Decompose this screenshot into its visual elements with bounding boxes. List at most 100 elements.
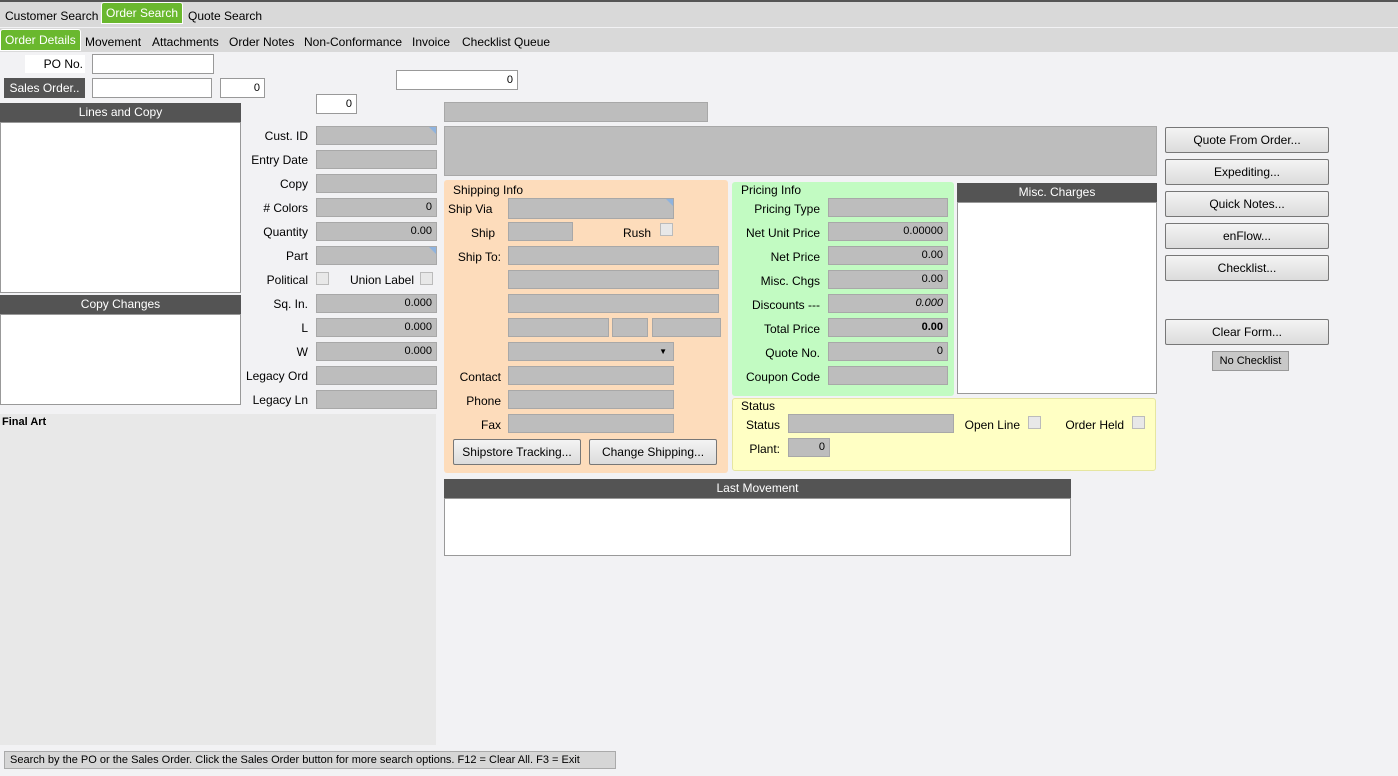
clear-form-button[interactable]: Clear Form... xyxy=(1165,319,1329,345)
misc-charges-list[interactable] xyxy=(957,202,1157,394)
sq-in-field: 0.000 xyxy=(316,294,437,313)
shipping-info-title: Shipping Info xyxy=(453,183,524,197)
pricing-type-label: Pricing Type xyxy=(754,202,820,216)
small-number-field[interactable]: 0 xyxy=(316,94,357,114)
status-bar: Search by the PO or the Sales Order. Cli… xyxy=(4,751,616,769)
final-art-panel: Final Art xyxy=(0,414,436,745)
width-field: 0.000 xyxy=(316,342,437,361)
copy-changes-list[interactable] xyxy=(0,314,241,405)
tab-invoice[interactable]: Invoice xyxy=(408,31,454,53)
net-price-label: Net Price xyxy=(770,250,820,264)
status-group xyxy=(732,398,1156,471)
open-line-label: Open Line xyxy=(964,418,1020,432)
customer-info-field xyxy=(444,126,1157,176)
ship-date-field xyxy=(508,222,573,241)
political-label: Political xyxy=(266,273,308,287)
total-price-field: 0.00 xyxy=(828,318,948,337)
shipstore-tracking-button[interactable]: Shipstore Tracking... xyxy=(453,439,581,465)
tab-non-conformance[interactable]: Non-Conformance xyxy=(300,31,406,53)
open-line-checkbox[interactable] xyxy=(1028,416,1041,429)
net-unit-price-field: 0.00000 xyxy=(828,222,948,241)
ship-via-field[interactable] xyxy=(508,198,674,219)
phone-label: Phone xyxy=(466,394,501,408)
phone-field[interactable] xyxy=(508,390,674,409)
quick-notes-button[interactable]: Quick Notes... xyxy=(1165,191,1329,217)
quote-no-label: Quote No. xyxy=(765,346,820,360)
coupon-code-field[interactable] xyxy=(828,366,948,385)
ship-to-line2[interactable] xyxy=(508,270,719,289)
line-number-input[interactable]: 0 xyxy=(220,78,265,98)
ship-to-country-dropdown[interactable]: ▼ xyxy=(508,342,674,361)
cust-id-field xyxy=(316,126,437,145)
ship-to-line1[interactable] xyxy=(508,246,719,265)
union-label-label: Union Label xyxy=(349,273,414,287)
lines-and-copy-list[interactable] xyxy=(0,122,241,293)
ship-label: Ship xyxy=(470,226,495,240)
colors-field: 0 xyxy=(316,198,437,217)
sub-tab-bar: Order Details Movement Attachments Order… xyxy=(0,28,1398,52)
tab-order-details[interactable]: Order Details xyxy=(0,29,81,51)
net-unit-price-label: Net Unit Price xyxy=(745,226,820,240)
status-label: Status xyxy=(745,418,780,432)
enflow-button[interactable]: enFlow... xyxy=(1165,223,1329,249)
cust-id-label: Cust. ID xyxy=(264,129,308,143)
top-number-field[interactable]: 0 xyxy=(396,70,518,90)
status-field xyxy=(788,414,954,433)
po-input[interactable] xyxy=(92,54,214,74)
contact-field[interactable] xyxy=(508,366,674,385)
legacy-ord-label: Legacy Ord xyxy=(245,369,308,383)
total-price-label: Total Price xyxy=(763,322,820,336)
fax-label: Fax xyxy=(480,418,501,432)
fax-field[interactable] xyxy=(508,414,674,433)
tab-order-search[interactable]: Order Search xyxy=(101,2,184,24)
tab-customer-search[interactable]: Customer Search xyxy=(1,5,102,27)
misc-chgs-field: 0.00 xyxy=(828,270,948,289)
net-price-field: 0.00 xyxy=(828,246,948,265)
order-held-label: Order Held xyxy=(1065,418,1124,432)
tab-order-notes[interactable]: Order Notes xyxy=(225,31,298,53)
checklist-button[interactable]: Checklist... xyxy=(1165,255,1329,281)
rush-checkbox[interactable] xyxy=(660,223,673,236)
legacy-ln-field xyxy=(316,390,437,409)
entry-date-label: Entry Date xyxy=(251,153,308,167)
misc-chgs-label: Misc. Chgs xyxy=(760,274,820,288)
copy-label: Copy xyxy=(279,177,308,191)
ship-to-zip[interactable] xyxy=(652,318,721,337)
quote-no-field: 0 xyxy=(828,342,948,361)
sales-order-button[interactable]: Sales Order.. xyxy=(4,78,85,98)
quote-from-order-button[interactable]: Quote From Order... xyxy=(1165,127,1329,153)
ship-to-line3[interactable] xyxy=(508,294,719,313)
legacy-ln-label: Legacy Ln xyxy=(252,393,308,407)
sales-order-input[interactable] xyxy=(92,78,212,98)
ship-to-city[interactable] xyxy=(508,318,609,337)
contact-label: Contact xyxy=(459,370,501,384)
part-field xyxy=(316,246,437,265)
change-shipping-button[interactable]: Change Shipping... xyxy=(589,439,717,465)
plant-field: 0 xyxy=(788,438,830,457)
sq-in-label: Sq. In. xyxy=(273,297,308,311)
part-label: Part xyxy=(285,249,308,263)
pricing-type-field xyxy=(828,198,948,217)
discounts-field: 0.000 xyxy=(828,294,948,313)
no-checklist-badge: No Checklist xyxy=(1212,351,1289,371)
union-label-checkbox[interactable] xyxy=(420,272,433,285)
tab-quote-search[interactable]: Quote Search xyxy=(184,5,266,27)
last-movement-header: Last Movement xyxy=(444,479,1071,498)
length-field: 0.000 xyxy=(316,318,437,337)
tab-movement[interactable]: Movement xyxy=(81,31,145,53)
legacy-ord-field xyxy=(316,366,437,385)
order-held-checkbox[interactable] xyxy=(1132,416,1145,429)
ship-to-label: Ship To: xyxy=(457,250,501,264)
ship-to-state[interactable] xyxy=(612,318,648,337)
tab-attachments[interactable]: Attachments xyxy=(148,31,223,53)
tab-checklist-queue[interactable]: Checklist Queue xyxy=(458,31,554,53)
final-art-label: Final Art xyxy=(2,416,47,428)
width-label: W xyxy=(296,345,308,359)
expediting-button[interactable]: Expediting... xyxy=(1165,159,1329,185)
political-checkbox[interactable] xyxy=(316,272,329,285)
lines-and-copy-header: Lines and Copy xyxy=(0,103,241,122)
last-movement-panel xyxy=(444,498,1071,556)
main-tab-bar: Customer Search Order Search Quote Searc… xyxy=(0,2,1398,27)
discounts-label: Discounts --- xyxy=(751,298,820,312)
quantity-field: 0.00 xyxy=(316,222,437,241)
